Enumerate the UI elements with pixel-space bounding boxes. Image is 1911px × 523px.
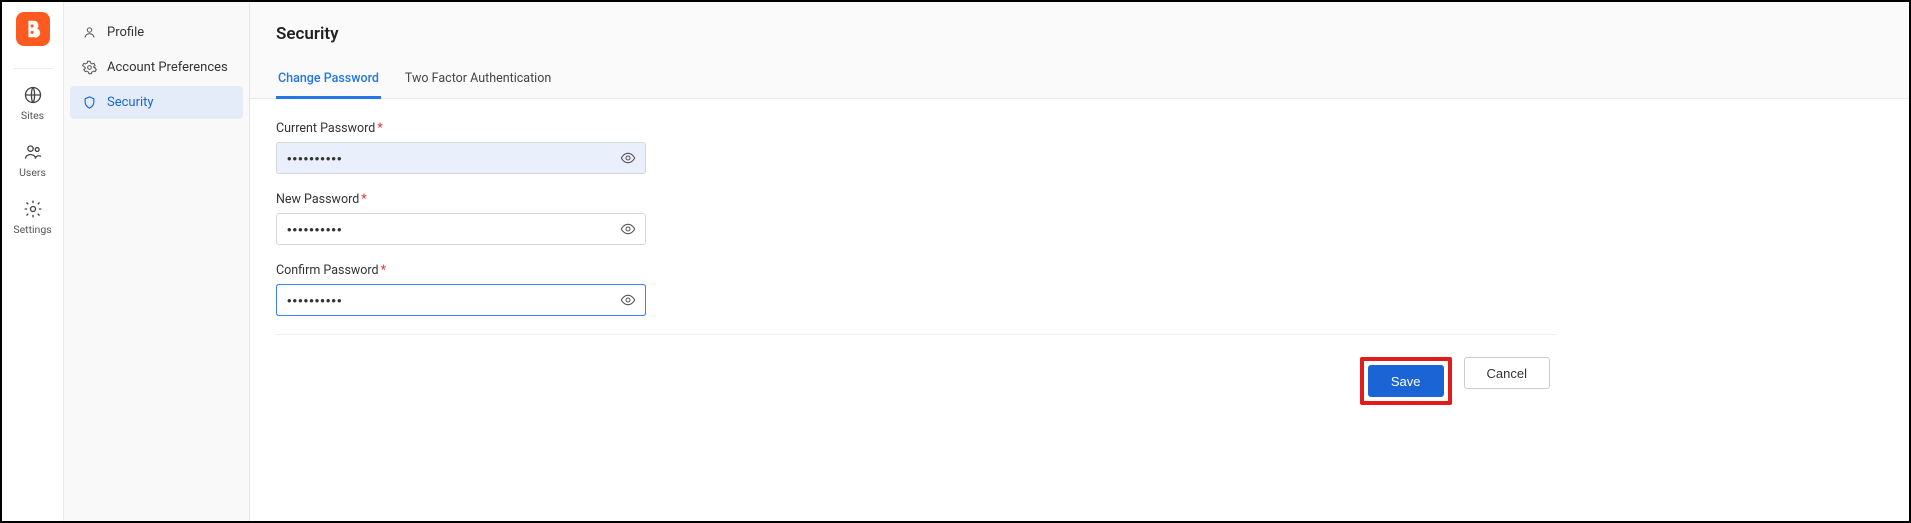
field-new-password: New Password* <box>276 192 646 245</box>
rail-item-label: Sites <box>21 109 44 122</box>
sidebar-item-account-preferences[interactable]: Account Preferences <box>70 51 243 84</box>
content: Current Password* New Password* Confirm … <box>250 99 1909 521</box>
main: Security Change Password Two Factor Auth… <box>250 2 1909 521</box>
app-logo <box>16 12 50 46</box>
button-label: Save <box>1391 374 1421 389</box>
users-icon <box>23 142 43 162</box>
shield-icon <box>82 95 97 110</box>
required-mark: * <box>361 192 366 207</box>
form-divider <box>276 334 1556 335</box>
rail-divider <box>13 68 53 69</box>
sidebar-item-profile[interactable]: Profile <box>70 16 243 49</box>
toggle-visibility-confirm[interactable] <box>616 288 640 312</box>
current-password-input[interactable] <box>276 142 646 174</box>
form-actions: Save Cancel <box>276 357 1556 405</box>
gear-icon <box>23 199 43 219</box>
sidebar-item-label: Profile <box>107 25 144 40</box>
eye-icon <box>620 221 636 237</box>
label-text: Current Password <box>276 121 375 136</box>
save-highlight: Save <box>1360 357 1452 405</box>
required-mark: * <box>381 263 386 278</box>
app-rail: Sites Users Settings <box>2 2 64 521</box>
required-mark: * <box>377 121 382 136</box>
rail-item-users[interactable]: Users <box>2 136 63 193</box>
user-icon <box>82 25 97 40</box>
label-confirm-password: Confirm Password* <box>276 263 646 278</box>
page-header: Security Change Password Two Factor Auth… <box>250 2 1909 99</box>
eye-icon <box>620 150 636 166</box>
eye-icon <box>620 292 636 308</box>
field-confirm-password: Confirm Password* <box>276 263 646 316</box>
new-password-input[interactable] <box>276 213 646 245</box>
confirm-password-input[interactable] <box>276 284 646 316</box>
toggle-visibility-current[interactable] <box>616 146 640 170</box>
tab-label: Change Password <box>278 71 379 86</box>
sidebar-item-label: Account Preferences <box>107 60 228 75</box>
page-title: Security <box>276 24 1883 44</box>
tabs: Change Password Two Factor Authenticatio… <box>276 62 1883 98</box>
save-button[interactable]: Save <box>1368 365 1444 397</box>
toggle-visibility-new[interactable] <box>616 217 640 241</box>
label-text: New Password <box>276 192 359 207</box>
tab-two-factor[interactable]: Two Factor Authentication <box>403 63 553 99</box>
rail-item-settings[interactable]: Settings <box>2 193 63 250</box>
settings-sidebar: Profile Account Preferences Security <box>64 2 250 521</box>
rail-item-sites[interactable]: Sites <box>2 79 63 136</box>
button-label: Cancel <box>1487 366 1527 381</box>
tab-change-password[interactable]: Change Password <box>276 63 381 99</box>
gear-icon <box>82 60 97 75</box>
sidebar-item-security[interactable]: Security <box>70 86 243 119</box>
label-current-password: Current Password* <box>276 121 646 136</box>
label-new-password: New Password* <box>276 192 646 207</box>
rail-item-label: Settings <box>13 223 51 236</box>
label-text: Confirm Password <box>276 263 379 278</box>
sidebar-item-label: Security <box>107 95 154 110</box>
field-current-password: Current Password* <box>276 121 646 174</box>
rail-item-label: Users <box>19 166 46 179</box>
cancel-button[interactable]: Cancel <box>1464 357 1550 389</box>
tab-label: Two Factor Authentication <box>405 71 551 86</box>
globe-icon <box>23 85 43 105</box>
